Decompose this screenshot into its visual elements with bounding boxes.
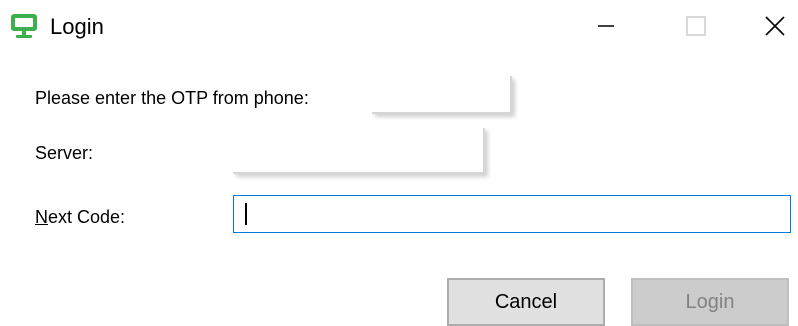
next-code-input[interactable]	[234, 196, 790, 232]
login-dialog: Login Please enter the OTP from phone: S…	[0, 0, 798, 326]
text-caret	[245, 203, 247, 225]
window-title: Login	[50, 14, 104, 39]
otp-value-field	[372, 76, 512, 114]
close-icon	[764, 15, 786, 42]
close-button[interactable]	[752, 0, 798, 56]
cancel-button[interactable]: Cancel	[447, 278, 605, 326]
login-button[interactable]: Login	[631, 278, 789, 326]
otp-label: Please enter the OTP from phone:	[35, 88, 309, 108]
server-value-field	[233, 128, 485, 174]
maximize-icon	[685, 15, 707, 42]
server-label: Server:	[35, 143, 94, 163]
next-code-label-rest: ext Code:	[48, 207, 126, 227]
next-code-input-box[interactable]	[233, 195, 791, 233]
minimize-button[interactable]	[576, 0, 636, 56]
next-code-mnemonic: N	[35, 207, 48, 227]
minimize-icon	[596, 16, 616, 41]
maximize-button[interactable]	[666, 0, 726, 56]
monitor-icon	[10, 12, 38, 40]
title-bar[interactable]: Login	[0, 0, 798, 58]
next-code-label: Next Code:	[35, 206, 125, 228]
